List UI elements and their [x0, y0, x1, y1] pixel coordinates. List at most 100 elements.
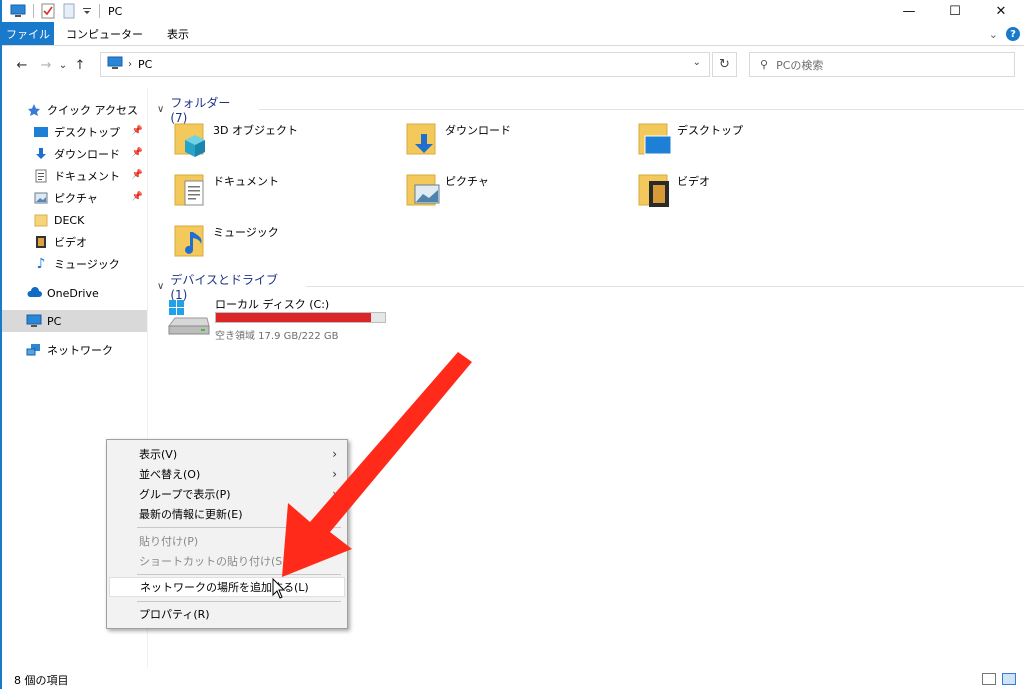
menu-item-label: ショートカットの貼り付け(S) — [139, 555, 287, 568]
explorer-window: PC — ☐ ✕ ファイル コンピューター 表示 ⌄ ? ← → ⌄ ↑ › P… — [0, 0, 1024, 689]
sidebar-item-label: ビデオ — [54, 236, 87, 249]
menu-item-label: プロパティ(R) — [139, 608, 210, 621]
search-icon: ⚲ — [760, 58, 769, 71]
menu-item-view[interactable]: 表示(V) › — [109, 444, 345, 464]
cloud-icon — [26, 285, 42, 301]
sidebar-item-label: ドキュメント — [54, 170, 120, 183]
mouse-cursor-icon — [272, 578, 286, 599]
window-controls: — ☐ ✕ — [886, 0, 1024, 22]
sidebar-item-pc[interactable]: PC — [2, 310, 147, 332]
picture-icon — [33, 190, 49, 206]
context-menu: 表示(V) › 並べ替え(O) › グループで表示(P) › 最新の情報に更新(… — [106, 439, 348, 629]
menu-separator — [137, 527, 341, 528]
search-placeholder: PCの検索 — [776, 58, 824, 72]
back-button[interactable]: ← — [12, 55, 32, 75]
sidebar-item-deck[interactable]: DECK — [2, 209, 147, 231]
refresh-icon: ↻ — [719, 57, 730, 72]
drive-usage-fill — [216, 313, 372, 322]
sidebar-item-label: ネットワーク — [47, 344, 113, 357]
menu-item-group-by[interactable]: グループで表示(P) › — [109, 484, 345, 504]
folder-3d-objects[interactable]: 3D オブジェクト — [149, 118, 377, 166]
drive-usage-bar — [215, 312, 386, 323]
large-icons-view-icon[interactable] — [1002, 673, 1016, 685]
network-icon — [26, 342, 42, 358]
menu-item-properties[interactable]: プロパティ(R) — [109, 604, 345, 624]
menu-item-label: 表示(V) — [139, 448, 178, 461]
forward-button[interactable]: → — [36, 55, 56, 75]
minimize-button[interactable]: — — [886, 0, 932, 22]
folder-label: 3D オブジェクト — [213, 124, 298, 137]
3d-objects-icon — [173, 118, 209, 158]
chevron-down-icon: ∨ — [157, 281, 165, 292]
sidebar-item-label: ミュージック — [54, 258, 120, 271]
sidebar-item-quick-access[interactable]: クイック アクセス — [26, 99, 147, 121]
sidebar-item-label: ダウンロード — [54, 148, 120, 161]
menu-item-refresh[interactable]: 最新の情報に更新(E) — [109, 504, 345, 524]
title-bar: PC — ☐ ✕ — [2, 0, 1024, 22]
desktop-icon — [33, 124, 49, 140]
up-button[interactable]: ↑ — [70, 55, 90, 75]
document-icon — [33, 168, 49, 184]
hard-drive-icon — [168, 300, 210, 335]
expand-ribbon-icon[interactable]: ⌄ — [989, 28, 998, 41]
folder-desktop[interactable]: デスクトップ — [613, 118, 841, 166]
sidebar-item-documents[interactable]: ドキュメント 📌 — [2, 165, 147, 187]
close-button[interactable]: ✕ — [978, 0, 1024, 22]
sidebar-item-pictures[interactable]: ピクチャ 📌 — [2, 187, 147, 209]
folder-pictures[interactable]: ピクチャ — [381, 169, 609, 217]
sidebar-item-onedrive[interactable]: OneDrive — [2, 282, 147, 304]
details-view-icon[interactable] — [982, 673, 996, 685]
refresh-button[interactable]: ↻ — [712, 52, 737, 77]
ribbon-tabs: ファイル コンピューター 表示 ⌄ ? — [2, 22, 1024, 46]
tab-view[interactable]: 表示 — [155, 22, 201, 45]
sidebar-item-label: OneDrive — [47, 286, 99, 300]
address-bar[interactable]: › PC ⌄ — [100, 52, 710, 77]
music-folder-icon — [173, 220, 209, 260]
pin-icon: 📌 — [131, 170, 143, 180]
pin-icon: 📌 — [131, 192, 143, 202]
menu-item-sort[interactable]: 並べ替え(O) › — [109, 464, 345, 484]
recent-locations-button[interactable]: ⌄ — [56, 55, 70, 75]
submenu-arrow-icon: › — [332, 487, 337, 501]
download-icon — [33, 146, 49, 162]
customize-toolbar-icon[interactable] — [82, 3, 92, 19]
folder-downloads[interactable]: ダウンロード — [381, 118, 609, 166]
search-input[interactable]: ⚲ PCの検索 — [749, 52, 1015, 77]
folder-music[interactable]: ミュージック — [149, 220, 377, 268]
menu-item-paste-shortcut[interactable]: ショートカットの貼り付け(S) — [109, 551, 345, 571]
maximize-button[interactable]: ☐ — [932, 0, 978, 22]
pictures-folder-icon — [405, 169, 441, 209]
folder-label: ビデオ — [677, 175, 710, 188]
pin-icon: 📌 — [131, 126, 143, 136]
tab-computer[interactable]: コンピューター — [54, 22, 155, 45]
star-icon — [26, 102, 42, 118]
sidebar-item-downloads[interactable]: ダウンロード 📌 — [2, 143, 147, 165]
menu-item-label: 最新の情報に更新(E) — [139, 508, 243, 521]
folder-label: ピクチャ — [445, 175, 489, 188]
desktop-folder-icon — [637, 118, 673, 158]
breadcrumb-pc[interactable]: PC — [138, 58, 152, 71]
folder-videos[interactable]: ビデオ — [613, 169, 841, 217]
sidebar-item-network[interactable]: ネットワーク — [2, 339, 147, 361]
properties-icon[interactable] — [40, 3, 56, 19]
menu-item-add-network-location[interactable]: ネットワークの場所を追加する(L) — [109, 577, 345, 597]
submenu-arrow-icon: › — [332, 467, 337, 481]
new-folder-icon[interactable] — [61, 3, 77, 19]
menu-item-label: グループで表示(P) — [139, 488, 231, 501]
tab-file[interactable]: ファイル — [2, 22, 54, 45]
sidebar-item-label: クイック アクセス — [47, 104, 138, 117]
drive-local-disk-c[interactable]: ローカル ディスク (C:) 空き領域 17.9 GB/222 GB — [165, 294, 395, 342]
address-dropdown-icon[interactable]: ⌄ — [693, 57, 701, 68]
video-icon — [33, 234, 49, 250]
folder-icon — [33, 212, 49, 228]
folder-documents[interactable]: ドキュメント — [149, 169, 377, 217]
menu-item-paste[interactable]: 貼り付け(P) — [109, 531, 345, 551]
pin-icon: 📌 — [131, 148, 143, 158]
sidebar-item-music[interactable]: ♪ ミュージック — [2, 253, 147, 275]
navigation-bar: ← → ⌄ ↑ › PC ⌄ ↻ ⚲ PCの検索 — [2, 48, 1024, 82]
chevron-down-icon: ∨ — [157, 104, 165, 115]
help-icon[interactable]: ? — [1006, 27, 1020, 41]
sidebar-item-desktop[interactable]: デスクトップ 📌 — [2, 121, 147, 143]
sidebar-item-videos[interactable]: ビデオ — [2, 231, 147, 253]
pc-icon — [26, 313, 42, 329]
